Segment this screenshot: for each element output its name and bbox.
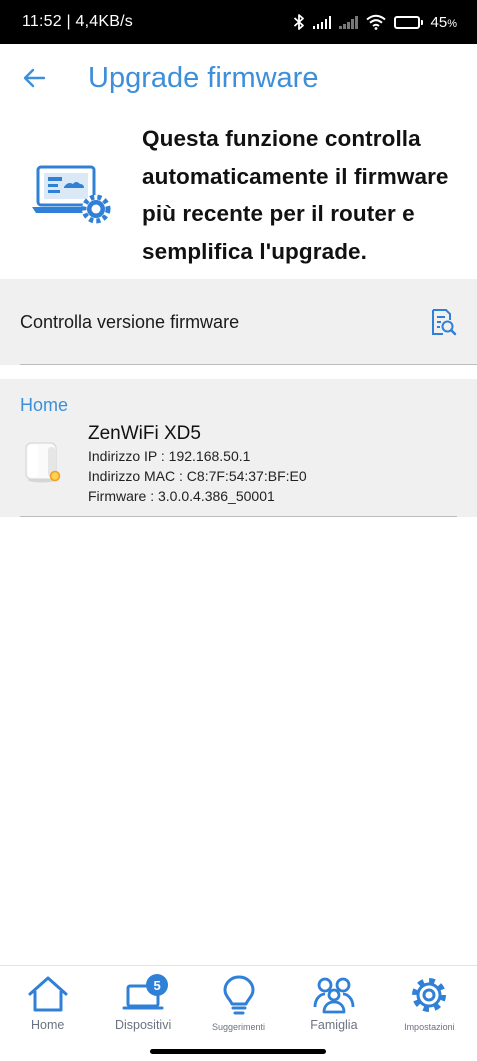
battery-icon xyxy=(393,15,423,29)
document-search-icon[interactable] xyxy=(429,308,457,336)
device-mac: Indirizzo MAC : C8:7F:54:37:BF:E0 xyxy=(88,468,307,484)
gear-icon xyxy=(412,978,447,1012)
status-indicators: 45% xyxy=(293,13,457,31)
divider xyxy=(20,516,457,517)
nav-family-label: Famiglia xyxy=(310,1018,358,1032)
divider xyxy=(20,364,477,365)
nav-settings[interactable]: Impostazioni xyxy=(382,966,477,1039)
nav-family[interactable]: Famiglia xyxy=(286,966,381,1039)
bluetooth-icon xyxy=(293,14,304,30)
battery-percent: 45% xyxy=(430,13,457,31)
nav-devices[interactable]: 5 Dispositivi xyxy=(95,966,190,1039)
intro-description: Questa funzione controlla automaticament… xyxy=(142,126,449,264)
nav-home-label: Home xyxy=(31,1018,65,1032)
device-ip: Indirizzo IP : 192.168.50.1 xyxy=(88,448,251,464)
device-firmware: Firmware : 3.0.0.4.386_50001 xyxy=(88,488,275,504)
check-firmware-button[interactable]: Controlla versione firmware xyxy=(0,279,477,365)
wifi-icon xyxy=(365,14,386,30)
laptop-gear-icon xyxy=(32,165,111,224)
router-icon xyxy=(25,442,61,483)
device-name: ZenWiFi XD5 xyxy=(88,423,201,444)
nav-settings-label: Impostazioni xyxy=(404,1022,455,1032)
lightbulb-icon xyxy=(223,975,255,1015)
status-time-speed: 11:52 | 4,4KB/s xyxy=(22,13,133,30)
family-icon xyxy=(313,977,355,1014)
app-header: Upgrade firmware xyxy=(0,44,477,112)
devices-badge: 5 xyxy=(146,974,169,996)
intro-panel: Questa funzione controlla automaticament… xyxy=(0,112,477,278)
nav-suggestions[interactable]: Suggerimenti xyxy=(191,966,286,1039)
nav-suggestions-label: Suggerimenti xyxy=(212,1022,266,1032)
bottom-navigation: Home 5 Dispositivi Suggerimenti Famiglia xyxy=(0,965,477,1039)
device-list: Home ZenWiFi XD5 Indirizzo IP : 192.168.… xyxy=(0,379,477,517)
page-title: Upgrade firmware xyxy=(88,61,319,94)
signal-icon xyxy=(312,15,332,29)
home-icon xyxy=(28,976,68,1012)
nav-devices-label: Dispositivi xyxy=(114,1018,172,1032)
intro-illustration xyxy=(0,163,142,227)
status-bar: 11:52 | 4,4KB/s 45% xyxy=(0,0,477,44)
arrow-left-icon xyxy=(23,68,46,88)
back-button[interactable] xyxy=(0,44,68,112)
section-label: Home xyxy=(20,395,69,415)
nav-home[interactable]: Home xyxy=(0,966,95,1039)
home-indicator[interactable] xyxy=(150,1049,326,1054)
signal-weak-icon xyxy=(339,15,358,29)
check-firmware-label: Controlla versione firmware xyxy=(20,311,240,332)
